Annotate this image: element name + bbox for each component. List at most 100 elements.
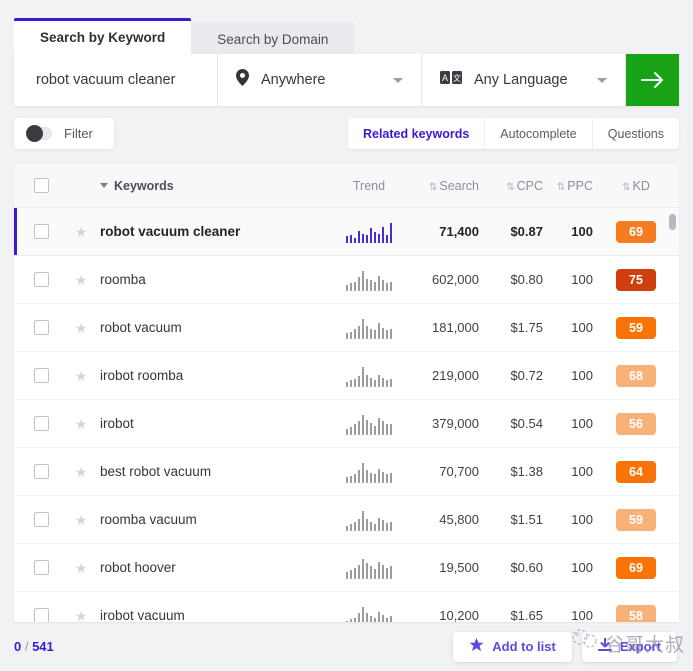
favorite-star-icon[interactable]: ★ (68, 465, 94, 479)
row-checkbox[interactable] (14, 368, 68, 383)
translate-icon: A 文 (440, 71, 462, 89)
keyword-input[interactable]: robot vacuum cleaner (14, 54, 218, 106)
favorite-star-icon[interactable]: ★ (68, 513, 94, 527)
row-search-volume: 181,000 (432, 319, 479, 335)
sort-icon: ⇅ (556, 181, 565, 193)
language-dropdown-label: Any Language (474, 72, 568, 88)
map-pin-icon (236, 69, 249, 91)
favorite-star-icon[interactable]: ★ (68, 273, 94, 287)
table-row[interactable]: ★ robot vacuum cleaner 71,400 $0.87 100 69 (14, 208, 679, 256)
table-row[interactable]: ★ robot hoover 19,500 $0.60 100 69 (14, 544, 679, 592)
table-row[interactable]: ★ irobot vacuum 10,200 $1.65 100 58 (14, 592, 679, 622)
tab-questions[interactable]: Questions (591, 118, 679, 149)
keyword-input-value: robot vacuum cleaner (36, 72, 176, 88)
row-trend-sparkline (333, 605, 405, 622)
row-keyword: irobot vacuum (100, 607, 185, 623)
selection-count-total: 541 (32, 639, 54, 654)
row-checkbox[interactable] (14, 272, 68, 287)
location-dropdown-label: Anywhere (261, 72, 326, 88)
filter-toggle[interactable] (26, 125, 52, 142)
row-search-volume: 19,500 (439, 559, 479, 575)
row-checkbox[interactable] (14, 512, 68, 527)
table-row[interactable]: ★ irobot 379,000 $0.54 100 56 (14, 400, 679, 448)
table-row[interactable]: ★ roomba vacuum 45,800 $1.51 100 59 (14, 496, 679, 544)
column-header-keywords[interactable]: Keywords (94, 177, 333, 195)
add-to-list-button[interactable]: Add to list (453, 631, 572, 662)
language-dropdown[interactable]: A 文 Any Language (422, 54, 626, 106)
export-button[interactable]: Export (581, 631, 677, 662)
table-body: ★ robot vacuum cleaner 71,400 $0.87 100 69 ★ ro… (14, 208, 679, 622)
row-kd-badge: 69 (616, 220, 656, 243)
table-scrollbar[interactable] (669, 210, 676, 618)
row-cpc: $1.75 (510, 319, 543, 335)
row-cpc: $0.72 (510, 367, 543, 383)
row-cpc: $0.60 (510, 559, 543, 575)
row-cpc: $1.51 (510, 511, 543, 527)
row-kd-badge: 69 (616, 556, 656, 579)
search-submit-button[interactable] (626, 54, 679, 106)
row-ppc: 100 (571, 415, 593, 431)
column-header-search-label: Search (439, 178, 479, 193)
row-cpc: $0.80 (510, 271, 543, 287)
row-kd-badge: 64 (616, 460, 656, 483)
favorite-star-icon[interactable]: ★ (68, 609, 94, 623)
row-keyword: roomba (100, 271, 146, 287)
location-dropdown[interactable]: Anywhere (218, 54, 422, 106)
row-trend-sparkline (333, 221, 405, 243)
row-checkbox[interactable] (14, 464, 68, 479)
favorite-star-icon[interactable]: ★ (68, 369, 94, 383)
column-header-kd[interactable]: ⇅ KD (593, 177, 679, 195)
row-search-volume: 70,700 (439, 463, 479, 479)
table-row[interactable]: ★ robot vacuum 181,000 $1.75 100 59 (14, 304, 679, 352)
column-header-keywords-label: Keywords (114, 178, 174, 193)
row-checkbox[interactable] (14, 560, 68, 575)
search-mode-tabs: Search by Keyword Search by Domain (14, 18, 355, 54)
row-search-volume: 219,000 (432, 367, 479, 383)
row-checkbox[interactable] (14, 320, 68, 335)
row-keyword: robot vacuum (100, 319, 182, 335)
row-checkbox[interactable] (14, 224, 68, 239)
row-ppc: 100 (571, 511, 593, 527)
keywords-table: Keywords Trend ⇅ Search ⇅ CPC ⇅ PPC ⇅ KD ★ ro… (14, 164, 679, 622)
row-checkbox[interactable] (14, 416, 68, 431)
tab-related-keywords-label: Related keywords (362, 126, 470, 141)
table-scrollbar-thumb[interactable] (669, 214, 676, 230)
favorite-star-icon[interactable]: ★ (68, 417, 94, 431)
tab-related-keywords[interactable]: Related keywords (348, 118, 484, 149)
chevron-down-icon (100, 182, 108, 188)
favorite-star-icon[interactable]: ★ (68, 225, 94, 239)
selection-count: 0 / 541 (14, 639, 54, 654)
tab-autocomplete[interactable]: Autocomplete (484, 118, 591, 149)
row-kd-badge: 58 (616, 604, 656, 622)
row-trend-sparkline (333, 557, 405, 579)
row-keyword: irobot roomba (100, 367, 184, 383)
row-cpc: $0.87 (510, 223, 543, 239)
row-kd-badge: 59 (616, 316, 656, 339)
tab-search-by-keyword[interactable]: Search by Keyword (14, 18, 192, 54)
tab-search-by-domain[interactable]: Search by Domain (191, 22, 355, 54)
table-row[interactable]: ★ roomba 602,000 $0.80 100 75 (14, 256, 679, 304)
table-row[interactable]: ★ irobot roomba 219,000 $0.72 100 68 (14, 352, 679, 400)
favorite-star-icon[interactable]: ★ (68, 561, 94, 575)
sort-icon: ⇅ (429, 181, 437, 193)
column-header-kd-label: KD (632, 178, 650, 193)
row-ppc: 100 (571, 223, 593, 239)
tab-autocomplete-label: Autocomplete (500, 126, 577, 141)
table-row[interactable]: ★ best robot vacuum 70,700 $1.38 100 64 (14, 448, 679, 496)
filter-button[interactable]: Filter (14, 118, 114, 149)
select-all-checkbox[interactable] (14, 178, 68, 193)
column-header-search[interactable]: ⇅ Search (405, 177, 479, 195)
download-icon (597, 636, 612, 656)
column-header-trend-label: Trend (352, 178, 386, 193)
column-header-cpc[interactable]: ⇅ CPC (479, 177, 543, 195)
row-keyword: best robot vacuum (100, 463, 212, 479)
result-type-tabs: Related keywords Autocomplete Questions (347, 118, 679, 149)
row-checkbox[interactable] (14, 608, 68, 622)
row-search-volume: 602,000 (432, 271, 479, 287)
row-keyword: roomba vacuum (100, 511, 197, 527)
row-kd-badge: 75 (616, 268, 656, 291)
keyword-research-app: Search by Keyword Search by Domain robot… (0, 0, 693, 671)
column-header-ppc[interactable]: ⇅ PPC (543, 177, 593, 195)
favorite-star-icon[interactable]: ★ (68, 321, 94, 335)
row-search-volume: 10,200 (439, 607, 479, 623)
